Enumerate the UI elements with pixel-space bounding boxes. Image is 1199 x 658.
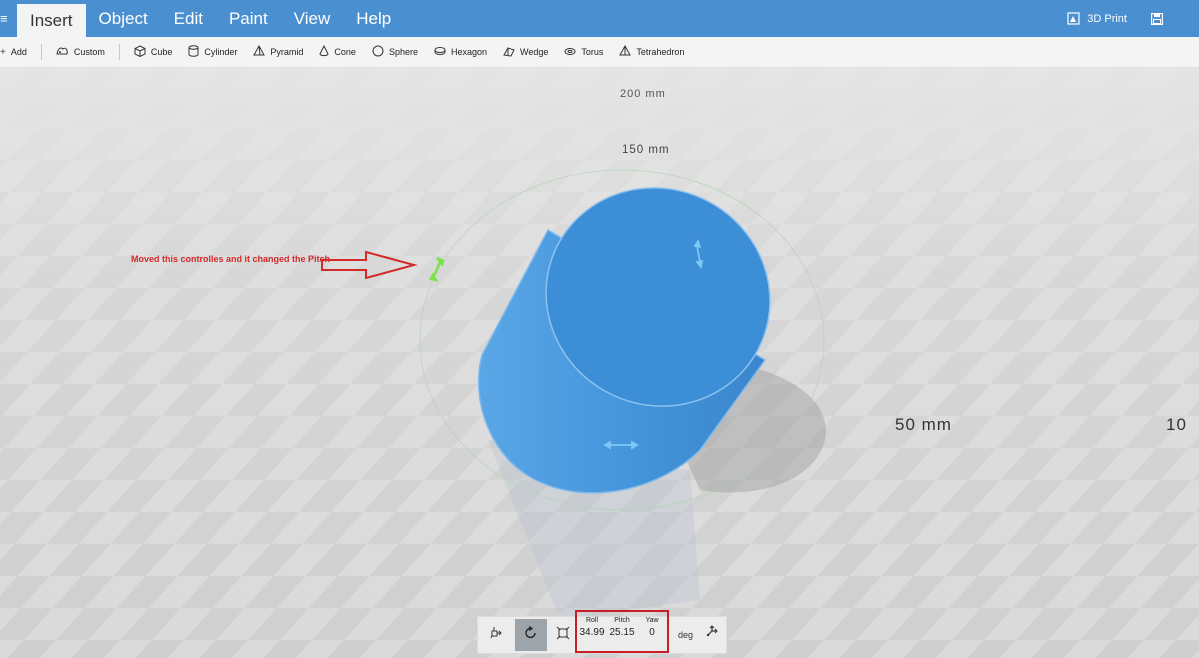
cylinder-label: Cylinder [204,47,238,57]
custom-shape-icon [56,46,69,58]
move-icon [489,626,503,645]
tab-insert[interactable]: Insert [17,4,86,37]
rotate-mode-button[interactable] [515,619,547,651]
shape-tetrahedron-button[interactable]: Tetrahedron [611,37,692,68]
shape-cone-button[interactable]: Cone [311,37,364,68]
add-label: Add [10,47,27,57]
tab-view-label: View [293,8,331,28]
menu-right-actions: 3D Print [1067,12,1199,25]
tab-object-label: Object [98,8,148,28]
shape-torus-button[interactable]: Torus [556,37,611,68]
save-button[interactable] [1151,12,1163,25]
shape-pyramid-button[interactable]: Pyramid [245,37,311,68]
print-3d-button[interactable]: 3D Print [1067,12,1127,25]
tab-paint[interactable]: Paint [216,0,281,37]
insert-toolbar: + Add Custom Cube Cylinder Pyramid Cone … [0,37,1199,68]
axis-options-button[interactable] [704,623,720,644]
toolbar-divider [40,44,42,60]
yaw-label: Yaw [645,617,659,624]
axis-icon [704,625,720,643]
add-button[interactable]: + Add [0,37,35,68]
tab-edit-label: Edit [173,8,203,28]
cube-label: Cube [150,47,173,57]
scene-canvas: 200 mm 150 mm 50 mm 10 [0,68,1199,658]
cylinder-icon [188,45,199,59]
print-3d-label: 3D Print [1087,12,1127,25]
unit-label: deg [678,630,694,640]
pyramid-label: Pyramid [270,47,304,57]
ruler-label-200: 200 mm [620,88,666,100]
tab-object[interactable]: Object [86,0,161,37]
ruler-label-150: 150 mm [622,144,670,156]
roll-value: 34.99 [579,627,605,638]
torus-icon [564,47,576,58]
tab-help-label: Help [356,8,392,28]
print-3d-icon [1067,12,1080,25]
roll-field[interactable]: Roll 34.99 [577,612,607,651]
tab-edit[interactable]: Edit [161,0,216,37]
pitch-field[interactable]: Pitch 25.15 [607,612,637,651]
tetrahedron-label: Tetrahedron [636,47,685,57]
sphere-icon [372,45,384,59]
roll-label: Roll [585,617,599,624]
annotation-text: Moved this controlles and it changed the… [131,254,331,264]
yaw-field[interactable]: Yaw 0 [637,612,667,651]
cone-label: Cone [334,47,356,57]
hamburger-menu-icon[interactable]: ≡ [0,11,14,26]
cone-icon [319,44,329,59]
custom-label: Custom [73,47,105,57]
tetrahedron-icon [619,44,632,59]
tab-insert-label: Insert [30,10,73,30]
rotate-icon [524,625,538,645]
tab-paint-label: Paint [228,8,268,28]
transform-panel: Roll 34.99 Pitch 25.15 Yaw 0 deg [477,610,727,654]
ruler-label-100: 10 [1166,415,1187,434]
cube-icon [134,45,146,59]
wedge-label: Wedge [520,47,549,57]
rotation-values-highlight: Roll 34.99 Pitch 25.15 Yaw 0 [575,610,669,653]
pitch-label: Pitch [614,617,630,624]
tab-view[interactable]: View [281,0,344,37]
add-icon: + [0,46,6,58]
3d-viewport[interactable]: 200 mm 150 mm 50 mm 10 [0,68,1199,658]
shape-wedge-button[interactable]: Wedge [495,37,556,68]
sphere-label: Sphere [388,47,418,57]
pitch-value: 25.15 [609,627,635,638]
scale-icon [556,626,570,645]
shape-cylinder-button[interactable]: Cylinder [180,37,245,68]
wedge-icon [503,46,515,59]
move-mode-button[interactable] [480,619,512,651]
yaw-value: 0 [649,627,655,638]
pyramid-icon [253,44,266,59]
shape-sphere-button[interactable]: Sphere [364,37,426,68]
ruler-label-50: 50 mm [895,415,952,434]
hexagon-label: Hexagon [450,47,487,57]
custom-button[interactable]: Custom [48,37,113,68]
tab-help[interactable]: Help [343,0,404,37]
shape-cube-button[interactable]: Cube [126,37,181,68]
save-icon [1151,12,1163,25]
toolbar-divider [118,44,120,60]
menu-bar: ≡ Insert Object Edit Paint View Help 3D … [0,0,1199,37]
hexagon-icon [434,46,446,58]
torus-label: Torus [581,47,604,57]
shape-hexagon-button[interactable]: Hexagon [426,37,495,68]
